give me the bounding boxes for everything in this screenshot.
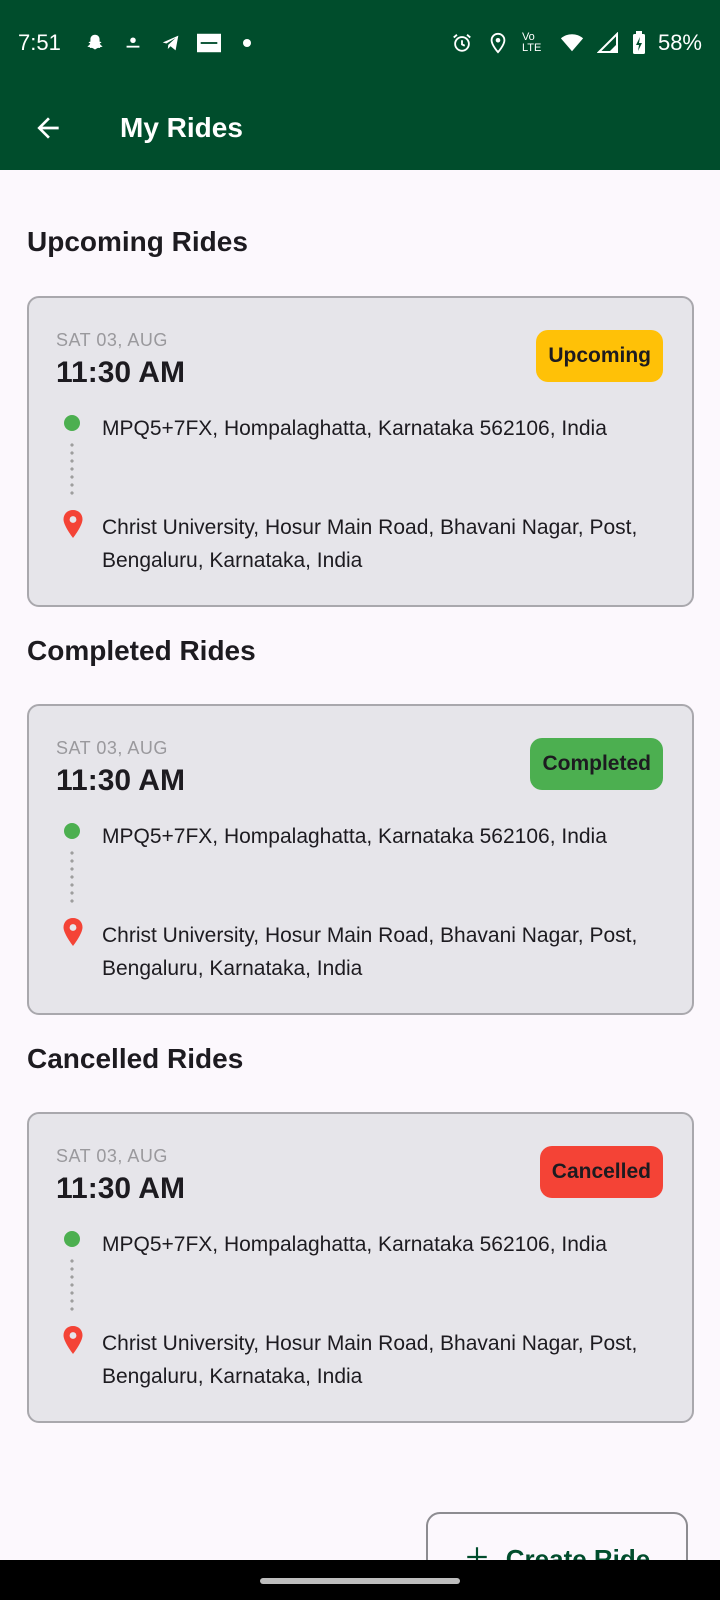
- ride-date: SAT 03, AUG: [56, 738, 168, 758]
- pickup-dot-icon: [64, 1231, 80, 1247]
- pickup-dot-icon: [64, 415, 80, 431]
- wifi-icon: [560, 31, 584, 55]
- drop-address: Christ University, Hosur Main Road, Bhav…: [102, 516, 638, 572]
- ride-date: SAT 03, AUG: [56, 1146, 168, 1166]
- news-icon: [196, 31, 221, 55]
- pickup-address: MPQ5+7FX, Hompalaghatta, Karnataka 56210…: [102, 417, 607, 440]
- telegram-icon: [159, 31, 183, 55]
- map-pin-icon: [63, 918, 83, 946]
- map-pin-icon: [63, 510, 83, 538]
- status-bar-left: 7:51: [18, 30, 259, 56]
- system-nav-bar: [0, 1560, 720, 1600]
- ride-card-completed[interactable]: SAT 03, AUG 11:30 AM Completed MPQ5+7FX,…: [27, 704, 694, 1015]
- alarm-icon: [450, 31, 474, 55]
- status-bar: 7:51 Vo LTE 58%: [0, 0, 720, 85]
- status-badge-upcoming: Upcoming: [536, 330, 663, 382]
- location-icon: [486, 31, 510, 55]
- app-bar: My Rides: [0, 85, 720, 170]
- ride-time: 11:30 AM: [56, 764, 185, 797]
- map-pin-icon: [63, 1326, 83, 1354]
- status-badge-completed: Completed: [530, 738, 663, 790]
- drop-address: Christ University, Hosur Main Road, Bhav…: [102, 924, 638, 980]
- drop-address: Christ University, Hosur Main Road, Bhav…: [102, 1332, 638, 1388]
- status-bar-right: Vo LTE 58%: [450, 30, 702, 56]
- ride-time: 11:30 AM: [56, 356, 185, 389]
- snapchat-icon: [83, 31, 107, 55]
- ride-card-upcoming[interactable]: SAT 03, AUG 11:30 AM Upcoming MPQ5+7FX, …: [27, 296, 694, 607]
- page-title: My Rides: [120, 111, 243, 143]
- signal-icon: [596, 31, 620, 55]
- battery-icon: [632, 30, 646, 55]
- app-icon: [121, 31, 145, 55]
- section-title-upcoming: Upcoming Rides: [27, 226, 248, 257]
- pickup-address: MPQ5+7FX, Hompalaghatta, Karnataka 56210…: [102, 1233, 607, 1256]
- arrow-back-icon: [37, 116, 59, 139]
- section-title-completed: Completed Rides: [27, 635, 256, 666]
- back-button[interactable]: [24, 104, 72, 152]
- ride-time: 11:30 AM: [56, 1172, 185, 1205]
- battery-percent: 58%: [657, 29, 702, 55]
- status-time: 7:51: [18, 29, 61, 55]
- status-badge-cancelled: Cancelled: [539, 1146, 663, 1198]
- volte-label: Vo LTE: [521, 30, 542, 54]
- ride-date: SAT 03, AUG: [56, 330, 168, 350]
- route-dotted-line: [70, 441, 74, 499]
- home-gesture-handle[interactable]: [260, 1578, 460, 1584]
- ride-card-cancelled[interactable]: SAT 03, AUG 11:30 AM Cancelled MPQ5+7FX,…: [27, 1112, 694, 1423]
- route-dotted-line: [70, 849, 74, 907]
- route-dotted-line: [70, 1257, 74, 1315]
- pickup-address: MPQ5+7FX, Hompalaghatta, Karnataka 56210…: [102, 825, 607, 848]
- section-title-cancelled: Cancelled Rides: [27, 1043, 244, 1074]
- pickup-dot-icon: [64, 823, 80, 839]
- volte-icon: Vo LTE: [522, 31, 548, 55]
- dot-icon: [235, 31, 259, 55]
